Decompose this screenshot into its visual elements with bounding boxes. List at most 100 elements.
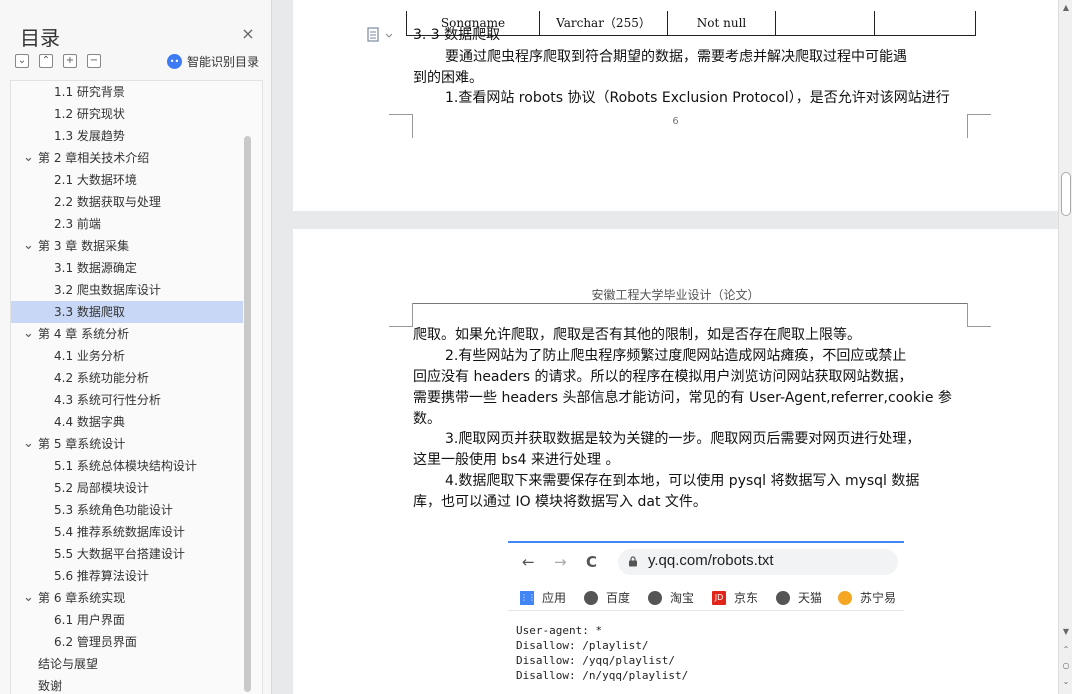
expand-all-icon[interactable]: ⌃ [39, 54, 53, 68]
bookmark-label: 京东 [734, 591, 759, 605]
toc-item-label: 5.3 系统角色功能设计 [54, 503, 173, 517]
toc-item[interactable]: 1.1 研究背景 [11, 81, 243, 103]
toc-item[interactable]: 4.3 系统可行性分析 [11, 389, 243, 411]
paragraph-line: 1.查看网站 robots 协议（Robots Exclusion Protoc… [445, 90, 950, 106]
toc-item[interactable]: 致谢 [11, 675, 243, 694]
toc-item[interactable]: 4.2 系统功能分析 [11, 367, 243, 389]
toc-item-label: 1.2 研究现状 [54, 107, 125, 121]
toc-item-label: 3.2 爬虫数据库设计 [54, 283, 161, 297]
paragraph-line: 4.数据爬取下来需要保存在到本地，可以使用 pysql 将数据写入 mysql … [445, 473, 920, 489]
scroll-up-icon[interactable]: ▲ [1062, 4, 1070, 12]
toc-item-label: 5.6 推荐算法设计 [54, 569, 149, 583]
scroll-down-icon[interactable]: ▼ [1062, 628, 1070, 636]
collapse-all-icon[interactable]: ⌄ [15, 54, 29, 68]
smart-toc-label: 智能识别目录 [187, 55, 260, 69]
bookmark-item: JD 京东 [712, 589, 758, 606]
toc-item[interactable]: 6.1 用户界面 [11, 609, 243, 631]
table-cell: Varchar（255） [540, 11, 668, 35]
toc-item[interactable]: 6.2 管理员界面 [11, 631, 243, 653]
paragraph-line: 库，也可以通过 IO 模块将数据写入 dat 文件。 [413, 494, 707, 510]
toc-item[interactable]: 2.2 数据获取与处理 [11, 191, 243, 213]
toc-item-label: 6.1 用户界面 [54, 613, 125, 627]
ai-icon: •• [167, 54, 182, 69]
toc-item-label: 第 4 章 系统分析 [38, 327, 130, 341]
toc-item[interactable]: 5.1 系统总体模块结构设计 [11, 455, 243, 477]
toc-item[interactable]: ⌄ 第 4 章 系统分析 [11, 323, 243, 345]
document-scrollbar[interactable]: ▲ ▼ ⌃ ○ ⌄ [1058, 0, 1072, 694]
toc-item[interactable]: 结论与展望 [11, 653, 243, 675]
close-icon[interactable]: × [240, 26, 256, 42]
bookmark-item: 淘宝 [648, 589, 694, 606]
toc-item[interactable]: 4.4 数据字典 [11, 411, 243, 433]
toc-item[interactable]: 3.2 爬虫数据库设计 [11, 279, 243, 301]
toc-title: 目录 [20, 26, 60, 50]
toc-item[interactable]: 2.1 大数据环境 [11, 169, 243, 191]
toc-item-label: 5.4 推荐系统数据库设计 [54, 525, 185, 539]
toc-item[interactable]: ⌄ 第 3 章 数据采集 [11, 235, 243, 257]
chevron-down-icon[interactable]: ⌄ [23, 323, 35, 345]
browser-nav-bar: ← → C y.qq.com/robots.txt [508, 543, 904, 579]
toc-item-label: 2.2 数据获取与处理 [54, 195, 161, 209]
reload-icon: C [586, 553, 598, 571]
toc-item[interactable]: ⌄ 第 6 章系统实现 [11, 587, 243, 609]
toc-item-label: 第 3 章 数据采集 [38, 239, 130, 253]
remove-heading-icon[interactable]: − [87, 54, 101, 68]
add-heading-icon[interactable]: + [63, 54, 77, 68]
toc-item-label: 4.3 系统可行性分析 [54, 393, 161, 407]
bookmark-item: 天猫 [776, 589, 822, 606]
chevron-down-icon[interactable]: ⌄ [23, 433, 35, 455]
toc-item[interactable]: ⌄ 第 2 章相关技术介绍 [11, 147, 243, 169]
bookmark-item: 百度 [584, 589, 630, 606]
toc-item[interactable]: 1.2 研究现状 [11, 103, 243, 125]
margin-corner-mark [389, 303, 413, 327]
paragraph-line: 2.有些网站为了防止爬虫程序频繁过度爬网站造成网站瘫痪，不回应或禁止 [445, 348, 907, 364]
toc-item[interactable]: 1.3 发展趋势 [11, 125, 243, 147]
chevron-down-icon[interactable]: ⌄ [23, 235, 35, 257]
next-page-icon[interactable]: ⌄ [1062, 678, 1070, 686]
toc-item[interactable]: 5.4 推荐系统数据库设计 [11, 521, 243, 543]
select-browse-object-icon[interactable]: ○ [1062, 662, 1070, 670]
toc-item-label: 4.1 业务分析 [54, 349, 125, 363]
smart-toc-button[interactable]: •• 智能识别目录 [167, 53, 259, 70]
toc-item-label: 2.3 前端 [54, 217, 101, 231]
toc-item[interactable]: 5.6 推荐算法设计 [11, 565, 243, 587]
back-arrow-icon: ← [522, 553, 535, 571]
toc-item[interactable]: 5.3 系统角色功能设计 [11, 499, 243, 521]
bookmark-item: 苏宁易 [838, 589, 896, 606]
paragraph-line: 到的困难。 [413, 70, 483, 86]
toc-item-label: 4.2 系统功能分析 [54, 371, 149, 385]
chevron-down-icon[interactable]: ⌄ [23, 147, 35, 169]
bookmark-label: 淘宝 [670, 591, 695, 605]
chevron-down-icon[interactable]: ⌄ [23, 587, 35, 609]
page-header: 安徽工程大学毕业设计（论文） [591, 288, 760, 302]
toc-item[interactable]: 3.1 数据源确定 [11, 257, 243, 279]
toc-item[interactable]: ⌄ 第 5 章系统设计 [11, 433, 243, 455]
toc-item[interactable]: 2.3 前端 [11, 213, 243, 235]
toc-item[interactable]: 4.1 业务分析 [11, 345, 243, 367]
toc-item-label: 1.1 研究背景 [54, 85, 125, 99]
toc-item[interactable]: 5.2 局部模块设计 [11, 477, 243, 499]
page-7: 安徽工程大学毕业设计（论文） 爬取。如果允许爬取，爬取是否有其他的限制，如是否存… [293, 229, 1058, 694]
table-cell [875, 11, 975, 35]
bookmark-label: 百度 [606, 591, 631, 605]
bookmarks-bar: ⋮⋮ 应用 百度 淘宝 JD 京东 天猫 苏宁易 [508, 583, 904, 611]
section-heading: 3. 3 数据爬取 [413, 27, 501, 43]
document-area: Songname Varchar（255） Not null 3. 3 数据爬取… [273, 0, 1058, 694]
toc-item-label: 5.2 局部模块设计 [54, 481, 149, 495]
address-bar: y.qq.com/robots.txt [618, 549, 898, 575]
paragraph-line: 需要携带一些 headers 头部信息才能访问，常见的有 User-Agent,… [413, 390, 952, 406]
margin-corner-mark [967, 303, 991, 327]
toc-item[interactable]: 5.5 大数据平台搭建设计 [11, 543, 243, 565]
paragraph-line: 这里一般使用 bs4 来进行处理 。 [413, 452, 620, 468]
toc-item[interactable]: 3.3 数据爬取 [11, 301, 243, 323]
bookmark-item: ⋮⋮ 应用 [520, 589, 566, 606]
prev-page-icon[interactable]: ⌃ [1062, 646, 1070, 654]
toc-item-label: 第 5 章系统设计 [38, 437, 126, 451]
toc-item-label: 5.5 大数据平台搭建设计 [54, 547, 185, 561]
toc-scrollbar[interactable] [244, 136, 251, 692]
globe-icon [584, 590, 598, 605]
scrollbar-thumb[interactable] [1061, 172, 1071, 216]
toc-item-label: 第 6 章系统实现 [38, 591, 126, 605]
page-layout-icon[interactable] [367, 27, 395, 43]
table-cell: Not null [668, 11, 776, 35]
